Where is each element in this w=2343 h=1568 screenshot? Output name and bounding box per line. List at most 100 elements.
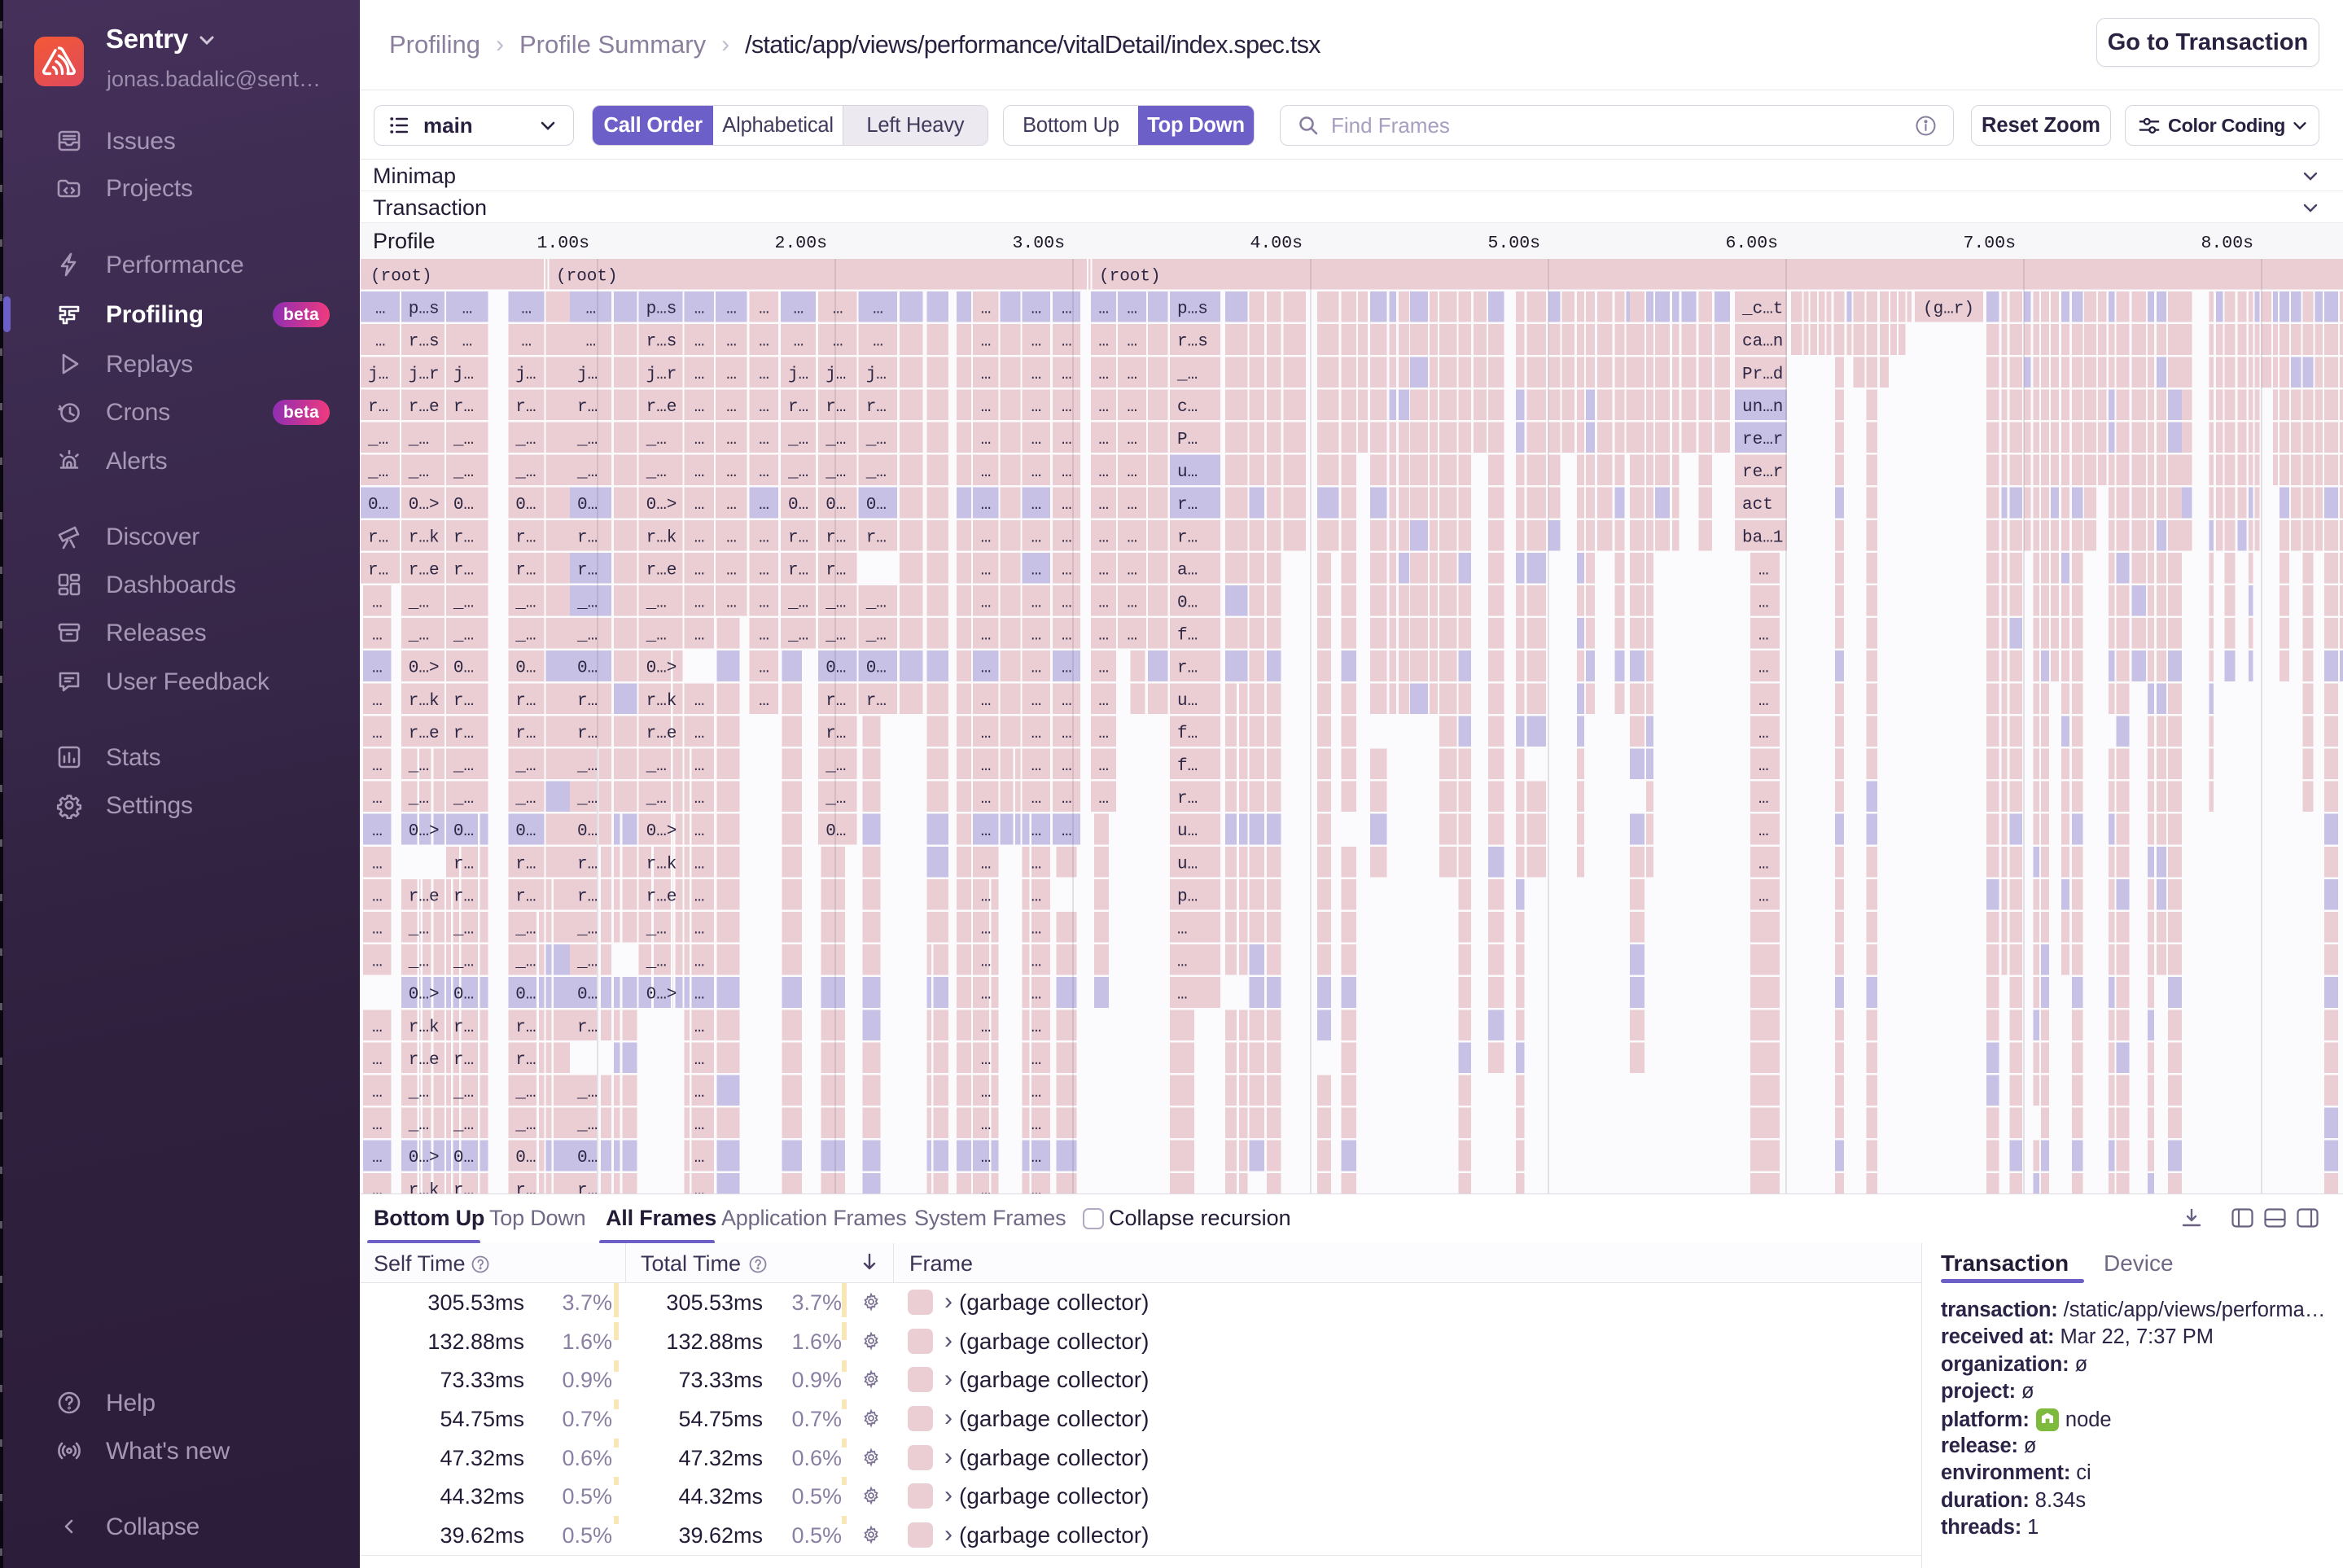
svg-text:…: …: [1098, 627, 1109, 646]
svg-text:r…: r…: [515, 1051, 536, 1070]
svg-text:…: …: [981, 333, 992, 352]
svg-text:…: …: [1031, 627, 1042, 646]
svg-text:…: …: [981, 790, 992, 808]
svg-text:…: …: [759, 431, 769, 449]
svg-text:_…: _…: [408, 463, 429, 482]
svg-text:…: …: [981, 757, 992, 776]
svg-text:_…: _…: [515, 921, 536, 939]
svg-text:…: …: [1062, 398, 1072, 417]
svg-text:0…: 0…: [577, 822, 598, 841]
svg-text:…: …: [1127, 561, 1137, 580]
svg-text:…: …: [1127, 431, 1137, 449]
svg-text:0…>: 0…>: [409, 986, 440, 1005]
svg-text:…: …: [694, 561, 705, 580]
svg-text:…: …: [372, 822, 383, 841]
svg-text:p…: p…: [1177, 887, 1198, 906]
svg-text:…: …: [1098, 790, 1109, 808]
svg-text:_…: _…: [865, 627, 887, 646]
svg-text:_…: _…: [865, 431, 887, 449]
svg-text:r…: r…: [515, 887, 536, 906]
svg-text:P…: P…: [1177, 431, 1198, 449]
svg-text:…: …: [694, 627, 705, 646]
svg-text:j…: j…: [788, 366, 808, 384]
svg-text:…: …: [1062, 496, 1072, 515]
svg-text:…: …: [873, 333, 883, 352]
svg-text:r…: r…: [788, 528, 808, 547]
svg-text:…: …: [694, 921, 705, 939]
svg-text:…: …: [981, 300, 992, 319]
svg-text:r…: r…: [453, 398, 474, 417]
svg-text:_c…t: _c…t: [1741, 300, 1783, 319]
svg-text:_…: _…: [453, 627, 474, 646]
svg-text:…: …: [1031, 333, 1042, 352]
svg-text:…: …: [1031, 757, 1042, 776]
svg-text:…: …: [794, 300, 804, 319]
svg-text:…: …: [981, 855, 992, 874]
svg-text:p…s: p…s: [1177, 300, 1208, 319]
svg-text:…: …: [981, 659, 992, 678]
svg-text:…: …: [694, 1149, 705, 1167]
svg-text:r…: r…: [453, 528, 474, 547]
svg-text:r…: r…: [788, 561, 808, 580]
svg-text:_…: _…: [453, 790, 474, 808]
svg-text:…: …: [1062, 463, 1072, 482]
svg-text:…: …: [1062, 333, 1072, 352]
svg-text:_…: _…: [515, 1116, 536, 1135]
svg-text:r…: r…: [577, 528, 598, 547]
svg-text:r…: r…: [453, 855, 474, 874]
svg-text:r…: r…: [368, 398, 388, 417]
svg-text:_…: _…: [646, 921, 667, 939]
svg-text:_…: _…: [1176, 366, 1198, 384]
svg-text:r…e: r…e: [409, 398, 440, 417]
svg-text:2.00s: 2.00s: [774, 234, 827, 253]
svg-text:…: …: [1031, 790, 1042, 808]
svg-text:7.00s: 7.00s: [1963, 234, 2016, 253]
svg-text:r…e: r…e: [646, 398, 677, 417]
svg-text:…: …: [1098, 496, 1109, 515]
svg-text:…: …: [981, 528, 992, 547]
svg-text:…: …: [1098, 366, 1109, 384]
svg-text:…: …: [372, 1018, 383, 1037]
svg-text:…: …: [759, 496, 769, 515]
svg-text:6.00s: 6.00s: [1725, 234, 1778, 253]
svg-text:…: …: [1031, 921, 1042, 939]
svg-text:…: …: [1758, 627, 1769, 646]
svg-text:_…: _…: [515, 431, 536, 449]
svg-text:…: …: [372, 790, 383, 808]
svg-text:…: …: [1031, 725, 1042, 743]
svg-text:_…: _…: [408, 757, 429, 776]
svg-text:u…: u…: [1177, 822, 1198, 841]
svg-text:…: …: [1031, 855, 1042, 874]
svg-text:…: …: [372, 887, 383, 906]
svg-text:…: …: [1062, 692, 1072, 711]
svg-text:…: …: [1062, 757, 1072, 776]
svg-text:…: …: [694, 1084, 705, 1102]
svg-text:_…: _…: [787, 431, 808, 449]
svg-text:0…: 0…: [453, 822, 474, 841]
svg-text:…: …: [375, 333, 386, 352]
svg-text:r…: r…: [453, 1051, 474, 1070]
svg-text:_…: _…: [865, 594, 887, 613]
svg-text:0…: 0…: [577, 1149, 598, 1167]
svg-text:j…: j…: [866, 366, 887, 384]
svg-text:0…: 0…: [577, 659, 598, 678]
svg-text:…: …: [694, 822, 705, 841]
svg-text:…: …: [1031, 431, 1042, 449]
svg-text:r…: r…: [577, 725, 598, 743]
svg-text:…: …: [1031, 528, 1042, 547]
svg-text:…: …: [372, 1051, 383, 1070]
svg-text:r…e: r…e: [409, 1051, 440, 1070]
svg-text:…: …: [372, 627, 383, 646]
svg-text:…: …: [981, 496, 992, 515]
svg-text:…: …: [694, 953, 705, 972]
svg-text:…: …: [981, 692, 992, 711]
svg-text:r…: r…: [515, 398, 536, 417]
svg-text:…: …: [1031, 398, 1042, 417]
svg-text:…: …: [694, 725, 705, 743]
svg-text:…: …: [1031, 986, 1042, 1005]
svg-text:…: …: [794, 333, 804, 352]
svg-text:…: …: [694, 1181, 705, 1194]
svg-text:r…: r…: [453, 1181, 474, 1194]
svg-text:r…: r…: [1177, 790, 1198, 808]
svg-text:…: …: [1758, 725, 1769, 743]
